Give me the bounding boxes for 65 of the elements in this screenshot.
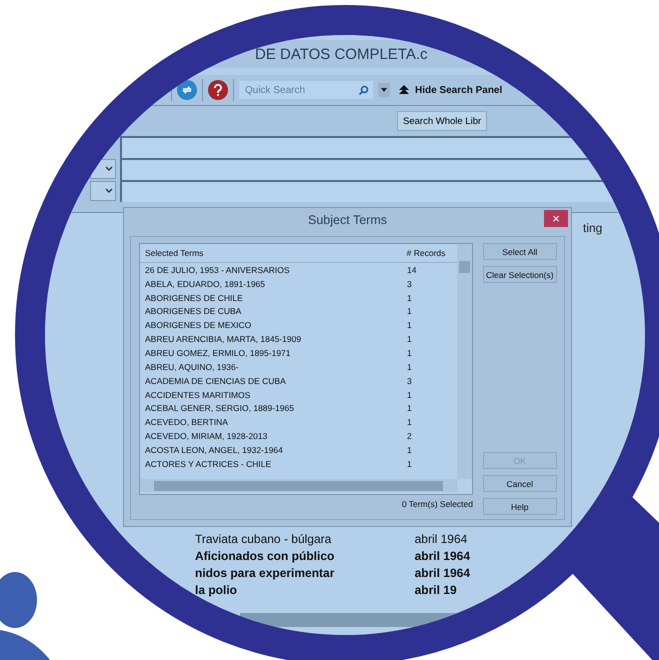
result-date: abril 19	[414, 582, 458, 598]
scroll-thumb[interactable]	[459, 261, 470, 273]
quick-search-input[interactable]: Quick Search	[243, 84, 354, 96]
records-cell-text: 1	[406, 417, 413, 428]
window-title: DE DATOS COMPLETA.c	[255, 46, 428, 62]
sync-icon[interactable]	[177, 80, 197, 100]
caret-down-icon	[381, 88, 387, 92]
term-cell-text: ACEBAL GENER, SERGIO, 1889-1965	[144, 403, 295, 414]
records-cell-text: 1	[406, 403, 413, 414]
term-cell-text: ABREU GOMEZ, ERMILO, 1895-1971	[144, 348, 292, 358]
records-cell-text: 1	[406, 306, 413, 316]
term-cell-text: ACEVEDO, BERTINA	[144, 417, 229, 428]
help-icon[interactable]	[208, 80, 228, 100]
term-cell-text: ABREU, AQUINO, 1936-	[144, 362, 240, 372]
result-date: abril 1964	[414, 548, 470, 564]
records-cell-text: 3	[406, 376, 413, 386]
result-date: abril 1964	[414, 565, 470, 581]
selection-count: 0 Term(s) Selected	[402, 499, 473, 509]
vertical-scrollbar[interactable]	[457, 244, 472, 479]
dialog-button[interactable]: Help	[483, 498, 557, 515]
dialog-button[interactable]: Cancel	[483, 475, 557, 492]
records-cell-text: 1	[406, 348, 413, 358]
search-icon	[358, 84, 369, 96]
records-cell-text: 1	[406, 444, 413, 455]
term-cell-text: ACOSTA LEON, ANGEL, 1932-1964	[144, 444, 284, 455]
field-dropdown[interactable]	[90, 181, 116, 201]
records-cell-text: 14	[406, 264, 418, 275]
term-cell-text: ABORIGENES DE MEXICO	[144, 320, 252, 330]
dialog-button[interactable]: Select All	[483, 243, 557, 260]
records-cell-text: 2	[406, 431, 413, 442]
result-title: Traviata cubano - búlgara	[195, 531, 332, 547]
term-cell-text: ACCIDENTES MARITIMOS	[144, 390, 252, 400]
horizontal-scrollbar[interactable]	[140, 479, 457, 492]
result-title: nidos para experimentar	[195, 565, 336, 581]
chevron-down-icon	[105, 188, 113, 194]
term-cell-text: ABELA, EDUARDO, 1891-1965	[144, 278, 266, 289]
term-cell-text: ABREU ARENCIBIA, MARTA, 1845-1909	[144, 334, 302, 344]
double-up-arrow-icon	[399, 85, 409, 95]
records-cell-text: 1	[406, 320, 413, 330]
records-cell-text: 1	[406, 390, 413, 400]
term-cell-text: ACEVEDO, MIRIAM, 1928-2013	[144, 431, 268, 442]
hide-search-panel-button[interactable]: Hide Search Panel	[395, 84, 506, 96]
quick-search-field[interactable]: Quick Search	[239, 81, 373, 99]
search-whole-library-button[interactable]: Search Whole Libr	[397, 111, 488, 131]
term-cell-text: ABORIGENES DE CHILE	[144, 292, 244, 303]
records-cell-text: 3	[406, 278, 413, 289]
close-button[interactable]: ×	[544, 210, 568, 227]
records-cell-text: 1	[406, 458, 413, 469]
dialog-title: Subject Terms	[308, 213, 387, 227]
term-cell-text: ACTORES Y ACTRICES - CHILE	[144, 458, 272, 469]
tab-label[interactable]: ting	[583, 221, 602, 235]
records-cell-text: 1	[406, 334, 413, 344]
term-cell-text: ACADEMIA DE CIENCIAS DE CUBA	[144, 376, 287, 386]
result-title: Aficionados con público	[195, 548, 336, 564]
dropdown-button[interactable]	[378, 83, 390, 97]
column-header[interactable]: # Records	[402, 248, 457, 258]
chevron-down-icon	[105, 166, 113, 172]
term-cell-text: 26 DE JULIO, 1953 - ANIVERSARIOS	[144, 264, 291, 275]
result-date: abril 1964	[414, 531, 468, 547]
records-cell-text: 1	[406, 362, 413, 372]
dialog-button[interactable]: Clear Selection(s)	[483, 266, 557, 283]
term-cell-text: ABORIGENES DE CUBA	[144, 306, 242, 316]
column-header[interactable]: Selected Terms	[140, 248, 403, 258]
result-title: la polio	[195, 582, 238, 598]
records-cell-text: 1	[406, 292, 413, 303]
